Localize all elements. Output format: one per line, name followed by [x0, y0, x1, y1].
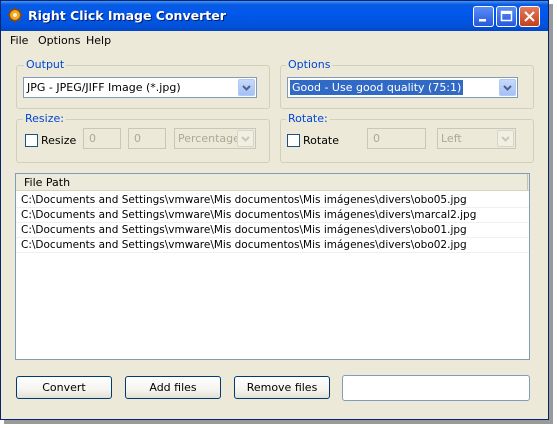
options-group-label: Options [286, 58, 333, 71]
file-list-header: File Path [16, 174, 529, 191]
resize-unit-select[interactable]: Percentage [174, 128, 256, 149]
resize-group-label: Resize: [23, 112, 66, 125]
add-files-button[interactable]: Add files [125, 376, 221, 399]
status-box [342, 375, 530, 401]
resize-height-value: 0 [134, 132, 141, 145]
menu-bar: File Options Help [1, 31, 548, 50]
quality-value: Good - Use good quality (75:1) [290, 80, 464, 95]
title-bar[interactable]: Right Click Image Converter [1, 1, 548, 31]
column-header-label: File Path [24, 176, 71, 189]
chevron-down-icon[interactable] [238, 79, 255, 96]
resize-checkbox[interactable] [25, 134, 38, 147]
resize-unit-value: Percentage [178, 132, 240, 145]
rotate-checkbox-label: Rotate [303, 134, 340, 147]
output-format-select[interactable]: JPG - JPEG/JIFF Image (*.jpg) [23, 77, 257, 98]
convert-button[interactable]: Convert [16, 376, 112, 399]
output-format-value: JPG - JPEG/JIFF Image (*.jpg) [27, 81, 181, 94]
chevron-down-icon[interactable] [499, 79, 516, 96]
table-row[interactable]: C:\Documents and Settings\vmware\Mis doc… [16, 193, 529, 208]
remove-files-button[interactable]: Remove files [234, 376, 330, 399]
app-window: Right Click Image Converter File Options… [0, 0, 549, 420]
rotate-direction-select[interactable]: Left [437, 128, 516, 149]
rotate-direction-value: Left [441, 132, 462, 145]
file-path-cell: C:\Documents and Settings\vmware\Mis doc… [21, 239, 467, 251]
output-group-label: Output [24, 58, 67, 71]
column-header-file-path[interactable]: File Path [16, 174, 528, 190]
quality-select[interactable]: Good - Use good quality (75:1) [287, 77, 518, 98]
maximize-button[interactable] [496, 6, 517, 27]
close-icon [524, 11, 535, 22]
chevron-down-icon[interactable] [497, 130, 514, 147]
menu-help[interactable]: Help [86, 34, 111, 47]
file-list[interactable]: File Path C:\Documents and Settings\vmwa… [15, 173, 530, 360]
table-row[interactable]: C:\Documents and Settings\vmware\Mis doc… [16, 238, 529, 253]
rotate-group-label: Rotate: [286, 112, 330, 125]
menu-file[interactable]: File [10, 34, 28, 47]
file-path-cell: C:\Documents and Settings\vmware\Mis doc… [21, 194, 467, 206]
window-title: Right Click Image Converter [28, 8, 226, 23]
resize-checkbox-label: Resize [41, 134, 77, 147]
resize-height-field[interactable]: 0 [128, 128, 166, 149]
app-gear-icon [7, 7, 23, 23]
table-row[interactable]: C:\Documents and Settings\vmware\Mis doc… [16, 223, 529, 238]
minimize-icon [479, 19, 486, 22]
close-button[interactable] [519, 6, 540, 27]
rotate-angle-value: 0 [373, 132, 380, 145]
minimize-button[interactable] [473, 6, 494, 27]
file-path-cell: C:\Documents and Settings\vmware\Mis doc… [21, 224, 467, 236]
file-path-cell: C:\Documents and Settings\vmware\Mis doc… [21, 209, 477, 221]
resize-width-value: 0 [89, 132, 96, 145]
rotate-angle-field[interactable]: 0 [367, 128, 426, 149]
maximize-icon [500, 10, 513, 22]
chevron-down-icon[interactable] [237, 130, 254, 147]
resize-width-field[interactable]: 0 [83, 128, 121, 149]
rotate-checkbox[interactable] [287, 134, 300, 147]
menu-options[interactable]: Options [38, 34, 80, 47]
table-row[interactable]: C:\Documents and Settings\vmware\Mis doc… [16, 208, 529, 223]
